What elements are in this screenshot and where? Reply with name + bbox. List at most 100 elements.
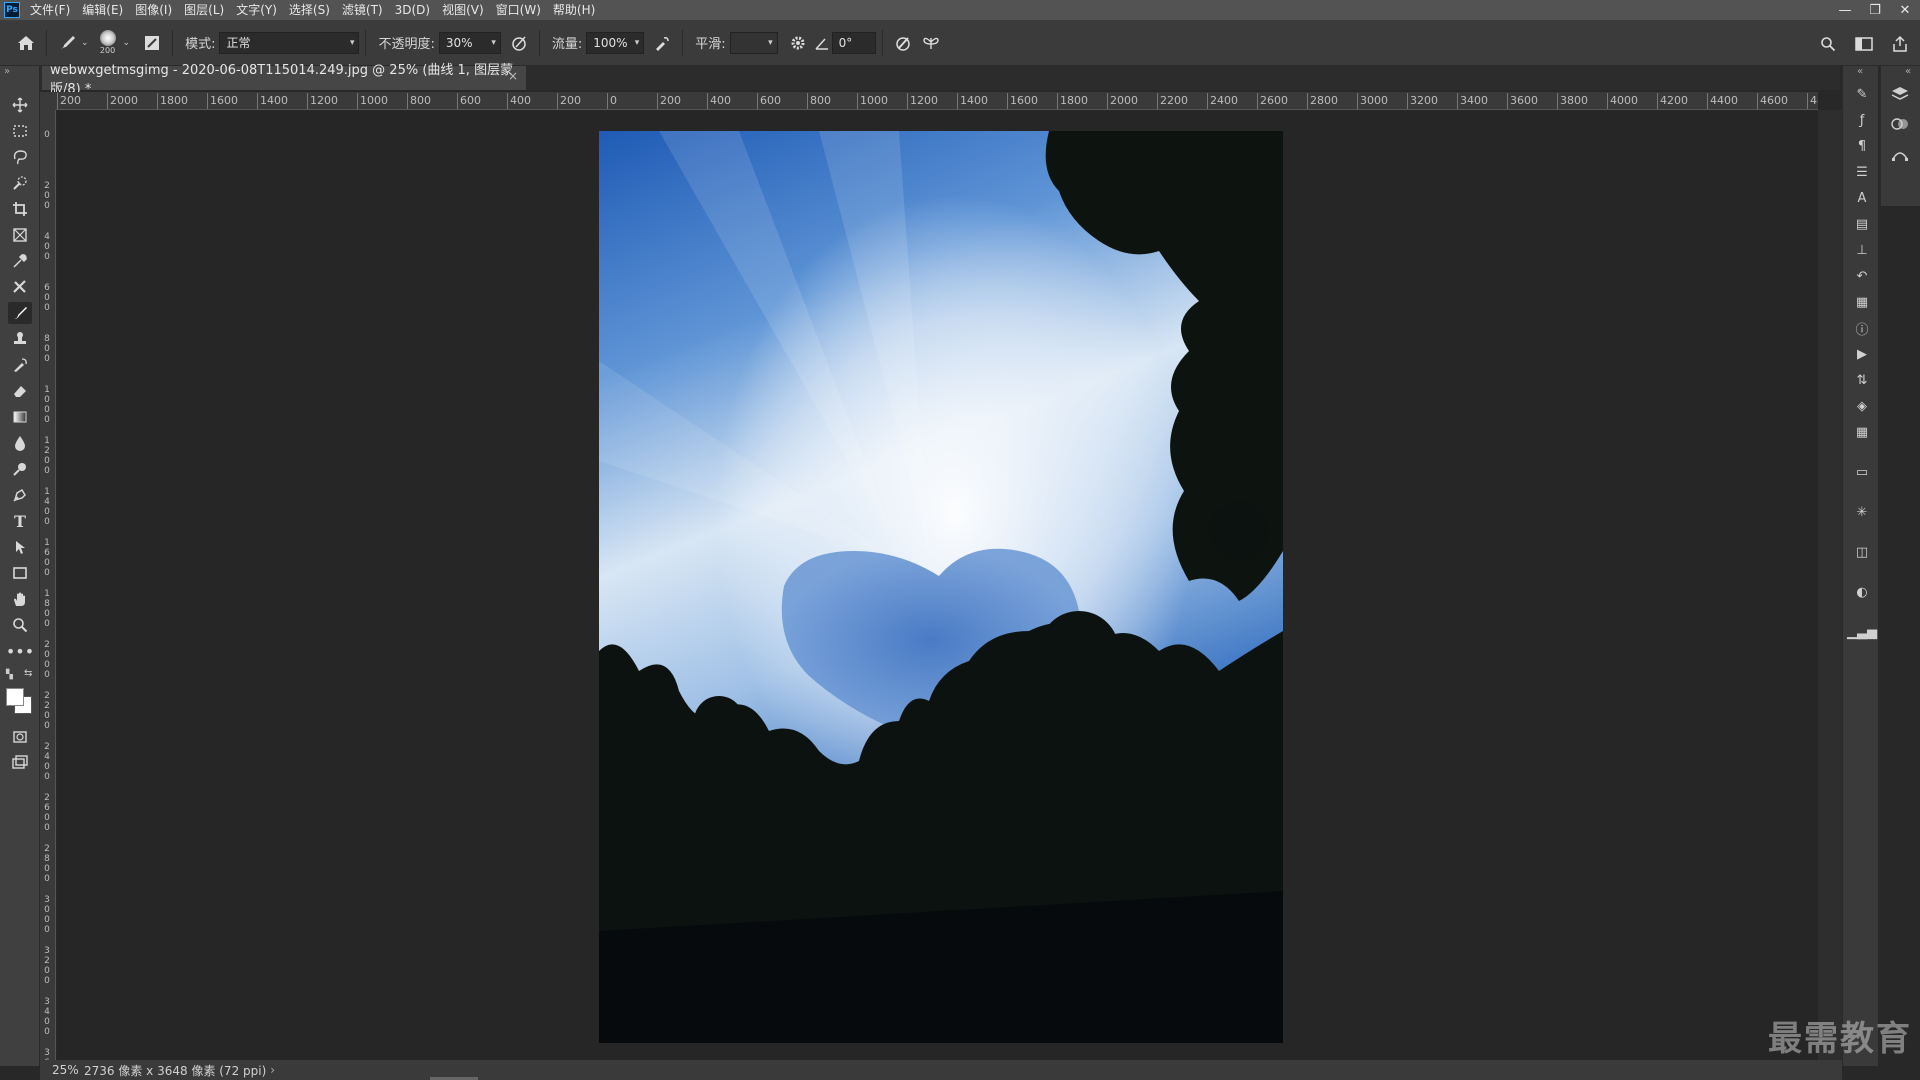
- history-icon[interactable]: ↶: [1851, 266, 1873, 286]
- vertical-ruler[interactable]: 0 200 400 600 800 1000 1200 1400 1600 1800 2000 220…: [40, 110, 56, 1060]
- collapse-toolbar-icon[interactable]: »: [4, 66, 10, 77]
- histogram-icon[interactable]: ▁▃▅: [1847, 622, 1877, 642]
- eraser-icon[interactable]: [8, 380, 32, 402]
- angle-input[interactable]: 0°: [831, 31, 876, 54]
- hand-icon[interactable]: [8, 588, 32, 610]
- blur-icon[interactable]: [8, 432, 32, 454]
- more-icon[interactable]: •••: [6, 640, 34, 662]
- swap-colors-icon[interactable]: ⇆: [24, 668, 32, 679]
- menu-filter[interactable]: 滤镜(T): [336, 0, 389, 20]
- healing-icon[interactable]: [8, 276, 32, 298]
- gradient-icon[interactable]: [8, 406, 32, 428]
- menu-window[interactable]: 窗口(W): [490, 0, 547, 20]
- notes-icon[interactable]: ▭: [1851, 462, 1873, 482]
- menu-edit[interactable]: 编辑(E): [76, 0, 129, 20]
- smoothing-input[interactable]: ▾: [729, 31, 778, 54]
- blend-mode-select[interactable]: 正常 ▾: [219, 31, 360, 54]
- document-info[interactable]: 2736 像素 x 3648 像素 (72 ppi): [80, 1062, 266, 1079]
- swatches-grid-icon[interactable]: ▦: [1851, 422, 1873, 442]
- frame-icon[interactable]: [8, 224, 32, 246]
- tool-presets-icon[interactable]: ▦: [1851, 292, 1873, 312]
- brush-icon[interactable]: [8, 302, 32, 324]
- chevron-down-icon[interactable]: ⌄: [81, 38, 89, 48]
- menu-image[interactable]: 图像(I): [129, 0, 178, 20]
- ruler-label: 4600: [1760, 94, 1788, 107]
- canvas-scroll-gutter[interactable]: [1818, 110, 1842, 1060]
- ruler-tick: [657, 93, 658, 109]
- path-select-icon[interactable]: [8, 536, 32, 558]
- ruler-corner[interactable]: [40, 92, 56, 110]
- menu-select[interactable]: 选择(S): [283, 0, 336, 20]
- layer-comps-icon[interactable]: ⇅: [1851, 370, 1873, 390]
- color-wheel-icon[interactable]: ◐: [1851, 582, 1873, 602]
- rectangle-icon[interactable]: [8, 562, 32, 584]
- search-icon[interactable]: [1814, 30, 1842, 58]
- ruler-label: 2600: [1260, 94, 1288, 107]
- chevron-right-icon[interactable]: ›: [270, 1063, 275, 1077]
- close-tab-icon[interactable]: ×: [508, 69, 518, 83]
- ruler-label: 0: [44, 130, 50, 140]
- workspace-icon[interactable]: [1850, 30, 1878, 58]
- channels-icon[interactable]: [1889, 114, 1911, 134]
- lasso-icon[interactable]: [8, 146, 32, 168]
- actions-play-icon[interactable]: ▶: [1851, 344, 1873, 364]
- quick-mask-icon[interactable]: [8, 726, 32, 748]
- crop-icon[interactable]: [8, 198, 32, 220]
- eyedropper-icon[interactable]: [8, 250, 32, 272]
- marquee-icon[interactable]: [8, 120, 32, 142]
- history-brush-icon[interactable]: [8, 354, 32, 376]
- brush-size-picker[interactable]: 200: [93, 25, 123, 61]
- layers-icon[interactable]: [1889, 84, 1911, 104]
- pen-icon[interactable]: [8, 484, 32, 506]
- menu-view[interactable]: 视图(V): [436, 0, 490, 20]
- document-image[interactable]: [599, 131, 1283, 1043]
- paths-icon[interactable]: [1889, 144, 1911, 164]
- chevron-down-icon[interactable]: ⌄: [123, 38, 131, 48]
- flow-input[interactable]: 100% ▾: [586, 31, 645, 54]
- minimize-button[interactable]: —: [1830, 0, 1860, 20]
- foreground-color-swatch[interactable]: [6, 688, 24, 706]
- zoom-icon[interactable]: [8, 614, 32, 636]
- menu-layer[interactable]: 图层(L): [178, 0, 230, 20]
- collapse-dock-icon[interactable]: «: [1857, 66, 1863, 77]
- screen-mode-icon[interactable]: [8, 752, 32, 774]
- pressure-size-icon[interactable]: [889, 29, 917, 57]
- navigator-icon[interactable]: ✳: [1851, 502, 1873, 522]
- brushes-icon[interactable]: ƒ: [1851, 110, 1873, 130]
- character-icon[interactable]: A: [1851, 188, 1873, 208]
- restore-button[interactable]: ❐: [1860, 0, 1890, 20]
- close-window-button[interactable]: ✕: [1890, 0, 1920, 20]
- horizontal-ruler[interactable]: 200 2000 1800 1600 1400 1200 1000 800 600 400 200 0…: [56, 92, 1818, 110]
- menu-help[interactable]: 帮助(H): [547, 0, 601, 20]
- share-icon[interactable]: [1886, 30, 1914, 58]
- opacity-input[interactable]: 30% ▾: [438, 31, 501, 54]
- ruler-label: 800: [44, 334, 50, 364]
- brush-settings-icon[interactable]: ✎: [1851, 84, 1873, 104]
- document-tab[interactable]: webwxgetmsgimg - 2020-06-08T115014.249.j…: [42, 63, 526, 97]
- brush-tool-preset-icon[interactable]: [53, 29, 81, 57]
- type-icon[interactable]: T: [8, 510, 32, 532]
- glyphs-icon[interactable]: ▤: [1851, 214, 1873, 234]
- pressure-opacity-icon[interactable]: [505, 29, 533, 57]
- info-icon[interactable]: ⓘ: [1851, 318, 1873, 338]
- adjustments-sliders-icon[interactable]: ☰: [1851, 162, 1873, 182]
- move-icon[interactable]: [8, 94, 32, 116]
- 3d-icon[interactable]: ◈: [1851, 396, 1873, 416]
- menu-file[interactable]: 文件(F): [24, 0, 76, 20]
- zoom-level[interactable]: 25%: [40, 1063, 80, 1077]
- menu-3d[interactable]: 3D(D): [389, 0, 436, 20]
- stamp-icon[interactable]: [8, 328, 32, 350]
- menu-type[interactable]: 文字(Y): [230, 0, 283, 20]
- dodge-icon[interactable]: [8, 458, 32, 480]
- properties-icon[interactable]: ◫: [1851, 542, 1873, 562]
- home-icon[interactable]: [12, 29, 40, 57]
- clone-source-icon[interactable]: ⊥: [1851, 240, 1873, 260]
- paragraph-icon[interactable]: ¶: [1851, 136, 1873, 156]
- collapse-panels-icon[interactable]: «: [1905, 66, 1911, 77]
- brush-settings-panel-icon[interactable]: [138, 29, 166, 57]
- airbrush-icon[interactable]: [648, 29, 676, 57]
- symmetry-butterfly-icon[interactable]: [917, 29, 945, 57]
- quick-select-icon[interactable]: [8, 172, 32, 194]
- gear-icon[interactable]: [784, 29, 812, 57]
- default-colors-icon[interactable]: ▚: [6, 670, 13, 680]
